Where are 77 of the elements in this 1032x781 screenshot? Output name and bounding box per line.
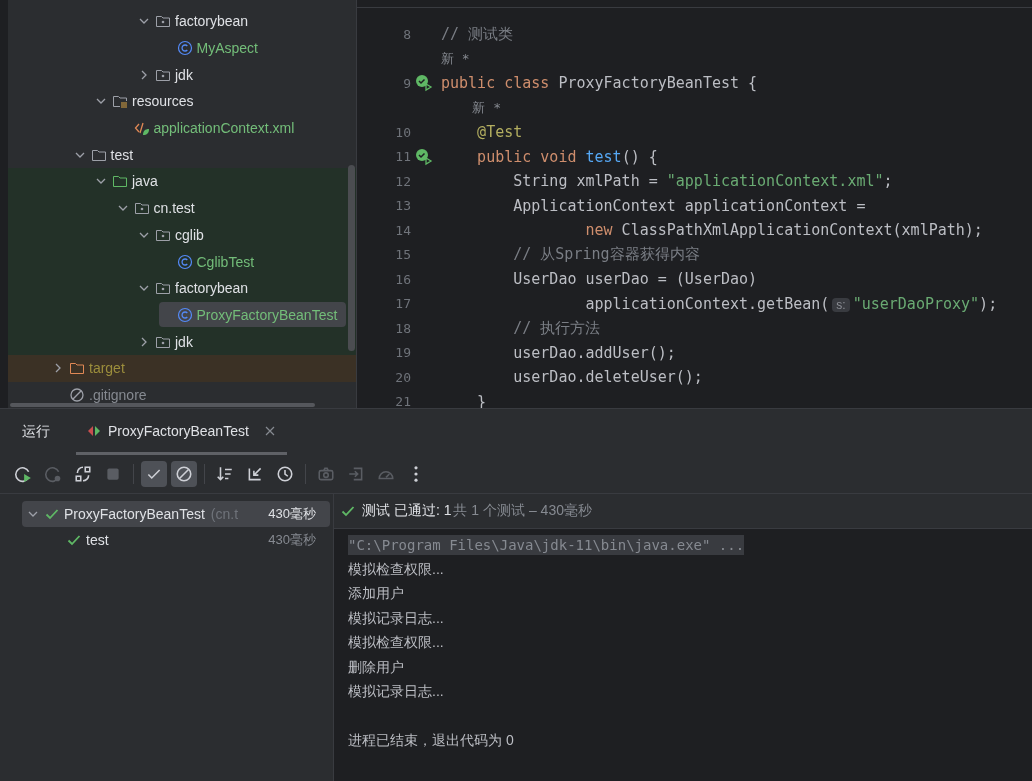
collapse-icon (246, 465, 264, 483)
ignored-button[interactable] (171, 461, 197, 487)
more-icon (414, 466, 418, 482)
class-icon (176, 40, 193, 57)
xml-file-icon (133, 120, 150, 137)
inlay-hint[interactable]: 新 * (441, 49, 470, 68)
run-test-icon[interactable] (415, 74, 433, 93)
console-line: 进程已结束，退出代码为 0 (348, 732, 514, 751)
line-number: 18 (395, 320, 411, 336)
code-line: ApplicationContext applicationContext = (512, 196, 866, 215)
class-icon (176, 253, 193, 270)
tree-item[interactable]: resources (94, 88, 346, 114)
code-line: public void test() { (476, 147, 658, 166)
clock-icon (276, 465, 294, 483)
line-number: 15 (395, 247, 411, 263)
code-line: userDao.deleteUser(); (512, 368, 703, 387)
console-line: 模拟记录日志... (348, 683, 444, 702)
package-icon (133, 200, 150, 217)
rerun-icon (14, 465, 32, 483)
line-number: 16 (395, 271, 411, 287)
import-icon (347, 465, 365, 483)
test-tree-item[interactable]: test 430毫秒 (22, 527, 330, 553)
check-button[interactable] (141, 461, 167, 487)
sort-icon (216, 465, 234, 483)
line-number: 8 (403, 26, 411, 42)
line-number: 21 (395, 394, 411, 408)
line-number: 14 (395, 222, 411, 238)
ignored-file-icon (69, 386, 85, 403)
tree-item[interactable]: jdk (137, 62, 346, 88)
console-line: 模拟检查权限... (348, 560, 444, 579)
folder-icon (69, 360, 85, 377)
tree-item[interactable]: MyAspect (158, 35, 346, 61)
line-number: 20 (395, 369, 411, 385)
inlay-hint[interactable]: 新 * (441, 98, 501, 117)
camera-icon (317, 465, 335, 483)
line-number: 10 (395, 124, 411, 140)
code-line: @Test (476, 123, 523, 142)
run-test-icon[interactable] (415, 147, 433, 166)
code-line: public class ProxyFactoryBeanTest { (441, 74, 758, 93)
ignored-icon (175, 465, 193, 483)
code-line: // 测试类 (441, 24, 514, 44)
tests-passed-label: 测试 已通过: 1 (362, 502, 452, 520)
tree-item[interactable]: target (51, 355, 346, 381)
package-icon (155, 280, 171, 297)
resources-folder-icon (112, 93, 128, 110)
folder-icon (112, 173, 128, 190)
stop-icon (104, 465, 122, 483)
code-line: UserDao userDao = (UserDao) (512, 270, 758, 289)
console-line: 模拟检查权限... (348, 634, 444, 653)
tests-summary: 共 1 个测试 – 430毫秒 (453, 502, 592, 520)
line-number: 19 (395, 345, 411, 361)
code-line: applicationContext.getBean( s: "userDaoProxy"); (584, 294, 998, 313)
code-line: new ClassPathXmlApplicationContext(xmlPath); (584, 221, 983, 240)
tree-item[interactable]: test (72, 142, 346, 168)
console-line: 删除用户 (348, 658, 404, 677)
line-number: 9 (403, 75, 411, 91)
line-number: 13 (395, 198, 411, 214)
line-number: 11 (395, 149, 411, 165)
console-line: 模拟记录日志... (348, 609, 444, 628)
tree-item[interactable]: factorybean (137, 8, 346, 34)
line-number: 17 (395, 296, 411, 312)
vertical-scrollbar[interactable] (348, 165, 355, 351)
tree-item[interactable]: ProxyFactoryBeanTest (158, 302, 346, 328)
class-icon (176, 306, 193, 323)
package-icon (155, 13, 171, 30)
code-line: String xmlPath = "applicationContext.xml"; (512, 172, 893, 191)
rerun-failed-icon (44, 465, 62, 483)
console-line: 添加用户 (348, 585, 404, 604)
line-number: 12 (395, 173, 411, 189)
code-line: // 从Spring容器获得内容 (512, 245, 700, 265)
panel-title: 运行 (22, 423, 50, 441)
run-tab[interactable]: ProxyFactoryBeanTest (76, 409, 287, 455)
code-line: userDao.addUser(); (512, 343, 676, 362)
toggle-icon (74, 465, 92, 483)
tree-item[interactable]: applicationContext.xml (115, 115, 346, 141)
code-line: // 执行方法 (512, 318, 601, 338)
tree-item[interactable]: .gitignore (51, 382, 346, 408)
